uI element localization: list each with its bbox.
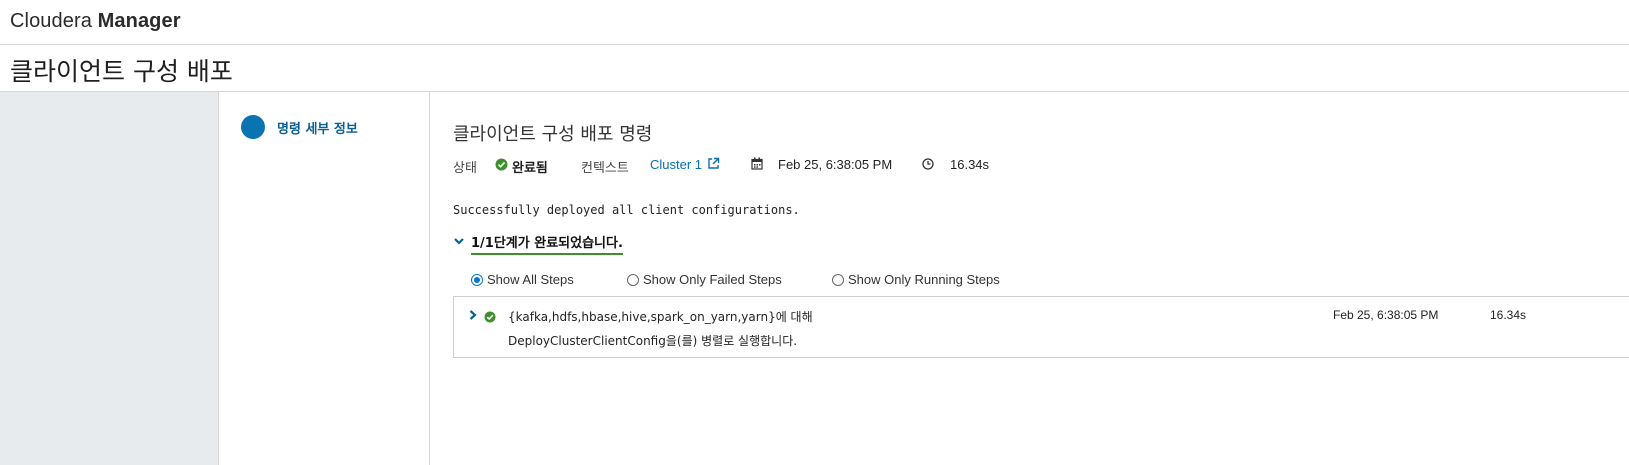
step-label-command-details[interactable]: 명령 세부 정보 bbox=[277, 118, 358, 137]
steps-summary-text: 1/1단계가 완료되었습니다. bbox=[471, 232, 623, 255]
steps-table: {kafka,hdfs,hbase,hive,spark_on_yarn,yar… bbox=[453, 296, 1629, 358]
radio-selected[interactable] bbox=[471, 273, 483, 286]
check-circle-icon bbox=[484, 310, 496, 328]
step-duration: 16.34s bbox=[1490, 308, 1527, 322]
step-description-line1: {kafka,hdfs,hbase,hive,spark_on_yarn,yar… bbox=[508, 310, 813, 324]
command-title: 클라이언트 구성 배포 명령 bbox=[453, 124, 653, 145]
page-title: 클라이언트 구성 배포 bbox=[10, 57, 233, 86]
filter-failed-steps-label: Show Only Failed Steps bbox=[643, 272, 782, 287]
chevron-right-icon[interactable] bbox=[468, 308, 478, 326]
filter-running-steps-label: Show Only Running Steps bbox=[848, 272, 1000, 287]
chevron-down-icon[interactable] bbox=[453, 234, 465, 252]
title-bar: 클라이언트 구성 배포 bbox=[0, 45, 1629, 92]
filter-running-steps[interactable]: Show Only Running Steps bbox=[832, 272, 1000, 287]
step-navigation: 명령 세부 정보 bbox=[219, 92, 430, 465]
brand-logo[interactable]: Cloudera Manager bbox=[10, 10, 181, 33]
filter-failed-steps[interactable]: Show Only Failed Steps bbox=[627, 272, 782, 287]
top-bar: Cloudera Manager bbox=[0, 0, 1629, 45]
status-value: 완료됨 bbox=[512, 161, 548, 176]
check-circle-icon bbox=[495, 158, 508, 174]
calendar-icon bbox=[751, 157, 763, 173]
left-panel bbox=[0, 92, 219, 465]
brand-name-bold: Manager bbox=[97, 10, 181, 32]
start-time: Feb 25, 6:38:05 PM bbox=[778, 157, 893, 172]
external-link-icon[interactable] bbox=[707, 157, 720, 173]
status-label: 상태 bbox=[453, 161, 477, 176]
filter-all-steps-label: Show All Steps bbox=[487, 272, 574, 287]
clock-icon bbox=[922, 158, 934, 173]
duration: 16.34s bbox=[950, 157, 990, 172]
context-label: 컨텍스트 bbox=[581, 161, 629, 176]
step-indicator[interactable] bbox=[241, 115, 265, 139]
filter-all-steps[interactable]: Show All Steps bbox=[471, 272, 574, 287]
cluster-link[interactable]: Cluster 1 bbox=[650, 157, 702, 172]
radio-unselected[interactable] bbox=[627, 273, 639, 286]
step-description-line2: DeployClusterClientConfig을(를) 병렬로 실행합니다. bbox=[508, 334, 798, 348]
radio-unselected[interactable] bbox=[832, 273, 844, 286]
brand-name-light: Cloudera bbox=[10, 10, 92, 32]
step-start-time: Feb 25, 6:38:05 PM bbox=[1333, 308, 1439, 322]
result-message: Successfully deployed all client configu… bbox=[453, 203, 800, 217]
command-details-panel: 클라이언트 구성 배포 명령 상태 완료됨 컨텍스트 Cluster 1 Feb… bbox=[431, 92, 1629, 465]
